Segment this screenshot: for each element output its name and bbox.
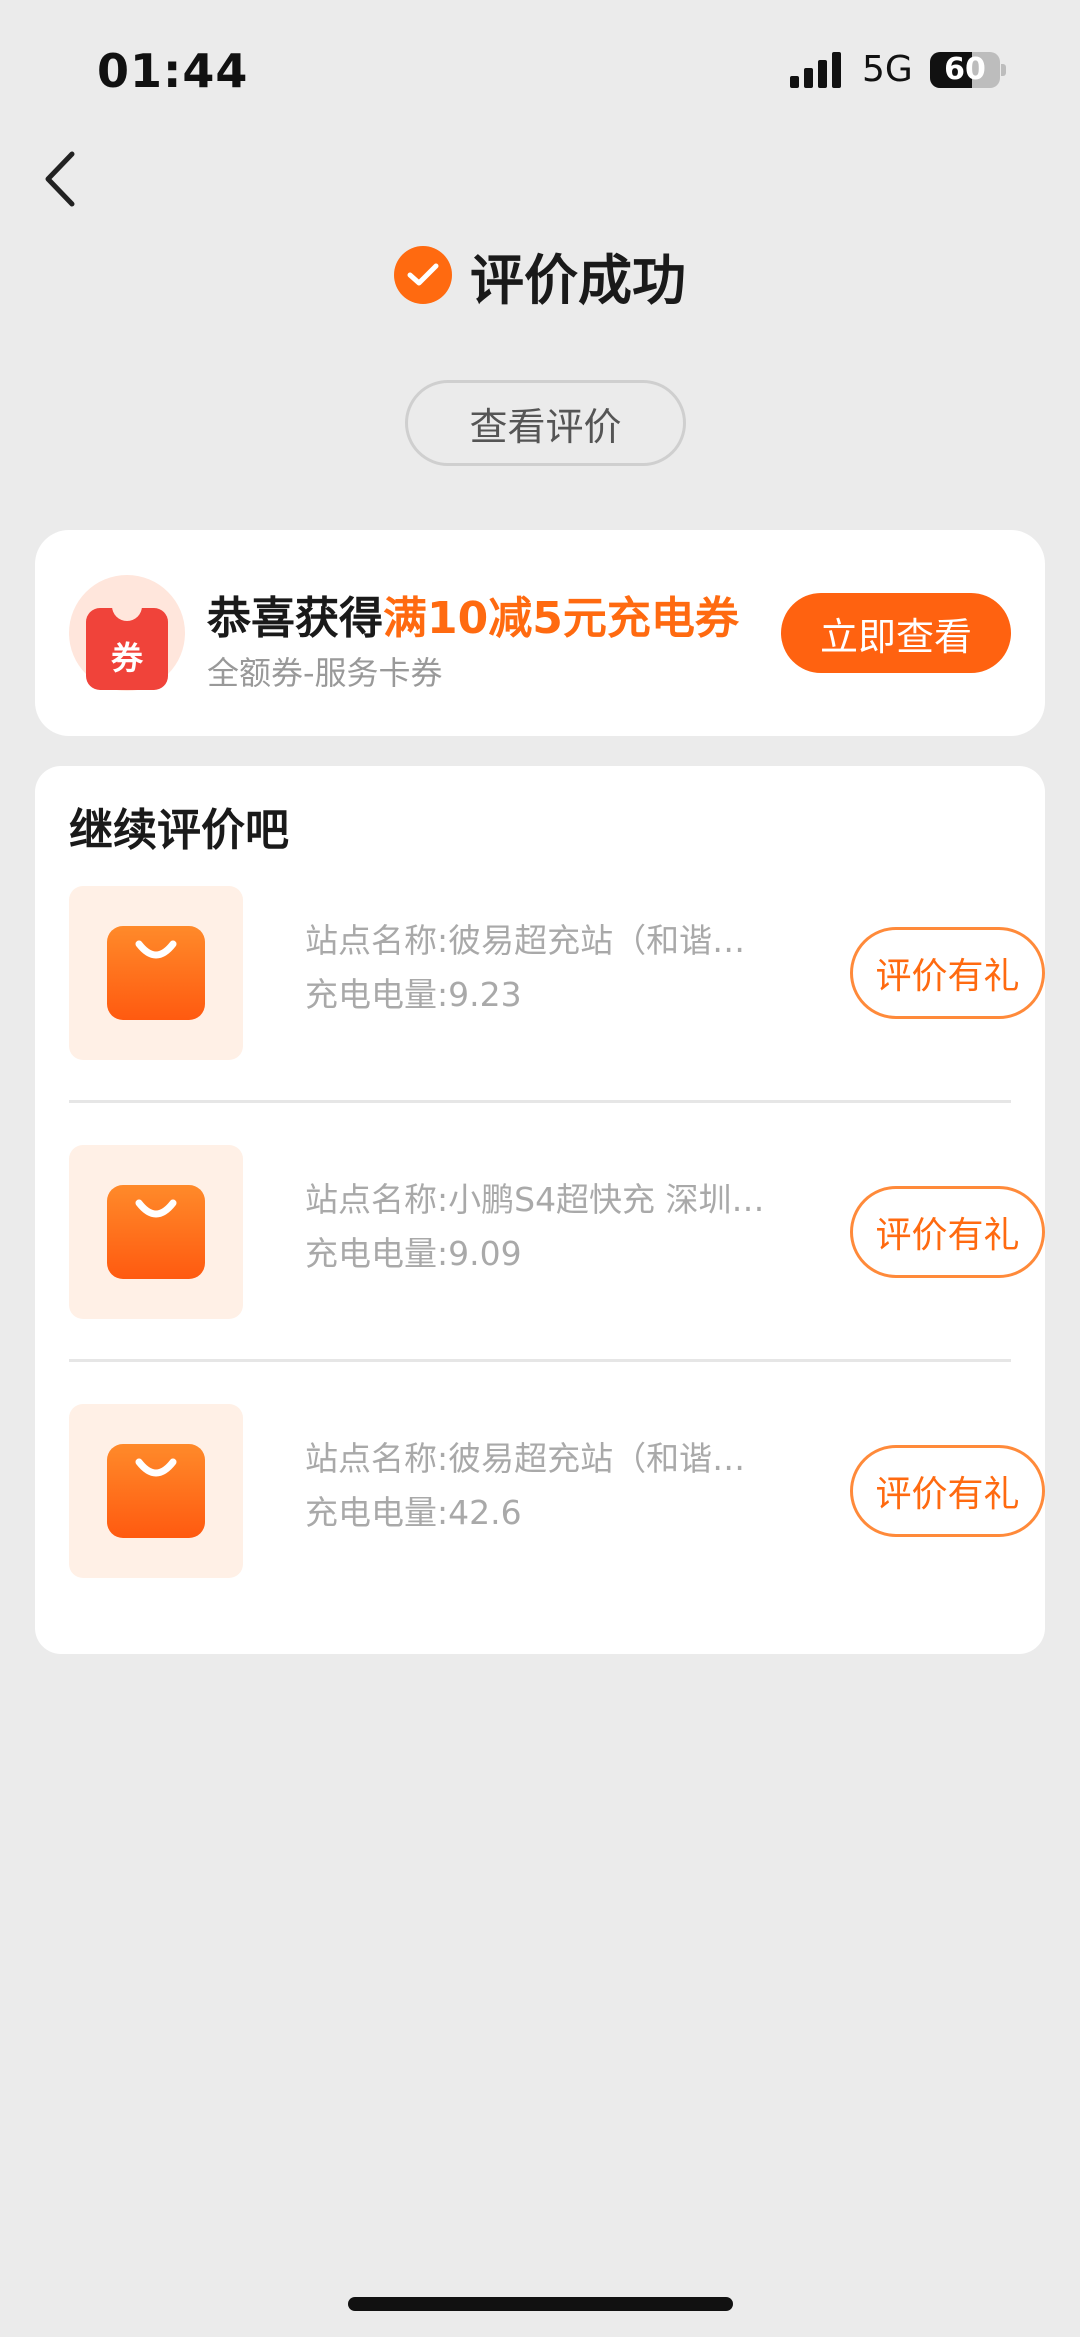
charge-amount: 充电电量:9.23 — [305, 975, 522, 1014]
station-name: 站点名称:小鹏S4超快充 深圳… — [305, 1180, 765, 1219]
list-item: 站点名称:彼易超充站（和谐… 充电电量:9.23 评价有礼 — [69, 886, 1045, 1060]
section-title: 继续评价吧 — [69, 805, 289, 856]
chevron-left-icon[interactable] — [38, 148, 84, 210]
view-review-button[interactable]: 查看评价 — [405, 380, 686, 466]
status-bar: 01:44 5G 60 — [0, 0, 1080, 140]
divider — [69, 1100, 1011, 1103]
shopping-bag-icon — [69, 886, 243, 1060]
divider — [69, 1359, 1011, 1362]
battery-percent: 60 — [944, 52, 986, 87]
coupon-subtitle: 全额券-服务卡券 — [207, 654, 443, 692]
list-item: 站点名称:彼易超充站（和谐… 充电电量:42.6 评价有礼 — [69, 1404, 1045, 1578]
shopping-bag-icon — [69, 1404, 243, 1578]
success-header: 评价成功 — [0, 240, 1080, 312]
station-name: 站点名称:彼易超充站（和谐… — [305, 1439, 746, 1478]
signal-icon — [790, 52, 841, 88]
page-title: 评价成功 — [470, 248, 686, 312]
shopping-bag-icon — [69, 1145, 243, 1319]
charge-amount: 充电电量:9.09 — [305, 1234, 522, 1273]
coupon-icon: 券 — [69, 575, 185, 691]
coupon-title-highlight: 满10减5元充电券 — [383, 593, 739, 644]
coupon-title: 恭喜获得满10减5元充电券 — [207, 582, 739, 646]
review-success-page: 01:44 5G 60 评价成功 查看评价 券 恭喜获得满10减5元充电券 全额… — [0, 0, 1080, 2337]
battery-icon: 60 — [930, 52, 1006, 88]
continue-review-card: 继续评价吧 站点名称:彼易超充站（和谐… 充电电量:9.23 评价有礼 站点名称… — [35, 766, 1045, 1654]
coupon-title-prefix: 恭喜获得 — [207, 593, 383, 644]
list-item: 站点名称:小鹏S4超快充 深圳… 充电电量:9.09 评价有礼 — [69, 1145, 1045, 1319]
home-indicator[interactable] — [348, 2297, 733, 2311]
status-time: 01:44 — [97, 44, 249, 98]
network-type: 5G — [862, 49, 913, 90]
check-circle-icon — [394, 246, 452, 304]
station-name: 站点名称:彼易超充站（和谐… — [305, 921, 746, 960]
review-reward-button[interactable]: 评价有礼 — [850, 1186, 1045, 1278]
review-reward-button[interactable]: 评价有礼 — [850, 927, 1045, 1019]
review-reward-button[interactable]: 评价有礼 — [850, 1445, 1045, 1537]
charge-amount: 充电电量:42.6 — [305, 1493, 522, 1532]
coupon-card: 券 恭喜获得满10减5元充电券 全额券-服务卡券 立即查看 — [35, 530, 1045, 736]
view-coupon-button[interactable]: 立即查看 — [781, 593, 1011, 673]
